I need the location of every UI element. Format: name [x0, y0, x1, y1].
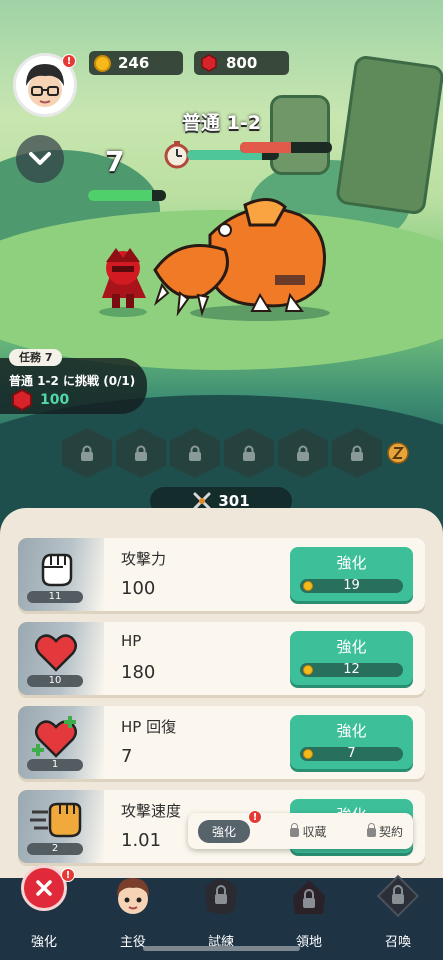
upgrade-card-hp: 10 HP 180 強化 12: [18, 622, 425, 695]
upgrade-level: 11: [27, 591, 83, 603]
coin-icon: [94, 54, 111, 72]
player-hp-bar: [88, 190, 166, 201]
speed-fist-icon: [30, 802, 82, 838]
upgrade-button[interactable]: 強化 7: [290, 715, 413, 769]
subtab-contract[interactable]: 契約: [366, 823, 403, 840]
quest-reward: 100: [40, 392, 70, 408]
enemy-hp-bar: [240, 142, 332, 153]
upgrade-cost: 7: [300, 747, 403, 761]
coin-icon: [303, 749, 313, 759]
upgrade-cost: 12: [300, 663, 403, 677]
nav-enhance[interactable]: 強化: [0, 865, 88, 960]
lock-icon: [81, 445, 93, 461]
fist-icon: [41, 553, 73, 587]
background-ruin: [270, 95, 330, 175]
collapse-button[interactable]: [16, 135, 64, 183]
upgrade-level: 2: [27, 843, 83, 855]
subtab-notification-badge: !: [248, 810, 262, 824]
upgrade-icon-area: 1: [18, 706, 104, 779]
auto-skill-toggle-icon[interactable]: [387, 442, 409, 464]
gem-amount: 800: [226, 54, 258, 72]
nav-summon[interactable]: 召喚: [354, 874, 442, 960]
subtab-collection[interactable]: 収蔵: [290, 823, 327, 840]
upgrade-cost-value: 7: [347, 746, 356, 761]
lock-icon: [290, 823, 300, 837]
subtab-enhance-label: 強化: [212, 824, 237, 839]
upgrade-icon-area: 2: [18, 790, 104, 863]
upgrade-button-label: 強化: [336, 722, 367, 740]
upgrade-card-attack: 11 攻撃力 100 強化 19: [18, 538, 425, 611]
quest-tag: 任務 7: [9, 349, 63, 366]
gold-amount: 246: [118, 54, 150, 72]
nav-summon-label: 召喚: [384, 935, 411, 950]
gold-counter: 246: [89, 51, 183, 75]
upgrade-card-hp-regen: 1 HP 回復 7 強化 7: [18, 706, 425, 779]
upgrade-level: 10: [27, 675, 83, 687]
stat-value: 100: [121, 578, 156, 599]
nav-notification-badge: !: [61, 868, 75, 882]
upgrade-button-label: 強化: [336, 554, 367, 572]
quest-description: 普通 1-2 に挑戦 (0/1): [9, 374, 136, 388]
close-icon: [21, 865, 67, 911]
wave-counter: 7: [105, 145, 125, 178]
stat-name: 攻撃速度: [121, 802, 182, 820]
stat-name: HP: [121, 632, 142, 650]
lock-icon: [297, 445, 309, 461]
stat-name: 攻撃力: [121, 550, 167, 568]
hero-face-icon: [117, 878, 149, 914]
locked-trial-icon: [205, 879, 237, 914]
stage-title: 普通 1-2: [182, 112, 261, 134]
locked-territory-icon: [293, 880, 325, 914]
subtab-contract-label: 契約: [378, 824, 403, 839]
upgrade-icon-area: 10: [18, 622, 104, 695]
lock-icon: [243, 445, 255, 461]
avatar-notification-badge: !: [62, 54, 76, 68]
gem-icon: [12, 389, 32, 411]
coin-icon: [303, 581, 313, 591]
upgrade-button[interactable]: 強化 19: [290, 547, 413, 601]
lock-icon: [189, 445, 201, 461]
hero-character: [99, 248, 147, 317]
heart-regen-icon: [32, 716, 77, 758]
stat-name: HP 回復: [121, 718, 177, 736]
nav-enhance-label: 強化: [30, 935, 57, 950]
stat-value: 7: [121, 746, 133, 767]
lock-icon: [135, 445, 147, 461]
locked-summon-icon: [376, 874, 420, 918]
lock-icon: [366, 823, 376, 837]
subtab-collection-label: 収蔵: [302, 824, 327, 839]
enemy-monster: [153, 198, 330, 321]
upgrade-cost-value: 19: [343, 578, 360, 593]
gem-icon: [201, 54, 217, 72]
coin-icon: [303, 665, 313, 675]
home-indicator: [143, 946, 300, 951]
subtab-enhance[interactable]: 強化: [198, 819, 251, 843]
upgrade-cost: 19: [300, 579, 403, 593]
background-ruin: [334, 54, 443, 216]
heart-icon: [35, 634, 77, 672]
chevron-down-icon: [29, 152, 51, 165]
quest-panel[interactable]: 普通 1-2 に挑戦 (0/1) 100: [0, 358, 147, 414]
gem-counter: 800: [194, 51, 289, 75]
upgrade-icon-area: 11: [18, 538, 104, 611]
upgrade-button-label: 強化: [336, 638, 367, 656]
stat-value: 180: [121, 662, 156, 683]
stat-value: 1.01: [121, 830, 162, 851]
upgrade-subtabs: 強化 収蔵 契約: [188, 813, 413, 849]
lock-icon: [351, 445, 363, 461]
upgrade-button[interactable]: 強化 12: [290, 631, 413, 685]
upgrade-cost-value: 12: [343, 662, 360, 677]
upgrade-level: 1: [27, 759, 83, 771]
